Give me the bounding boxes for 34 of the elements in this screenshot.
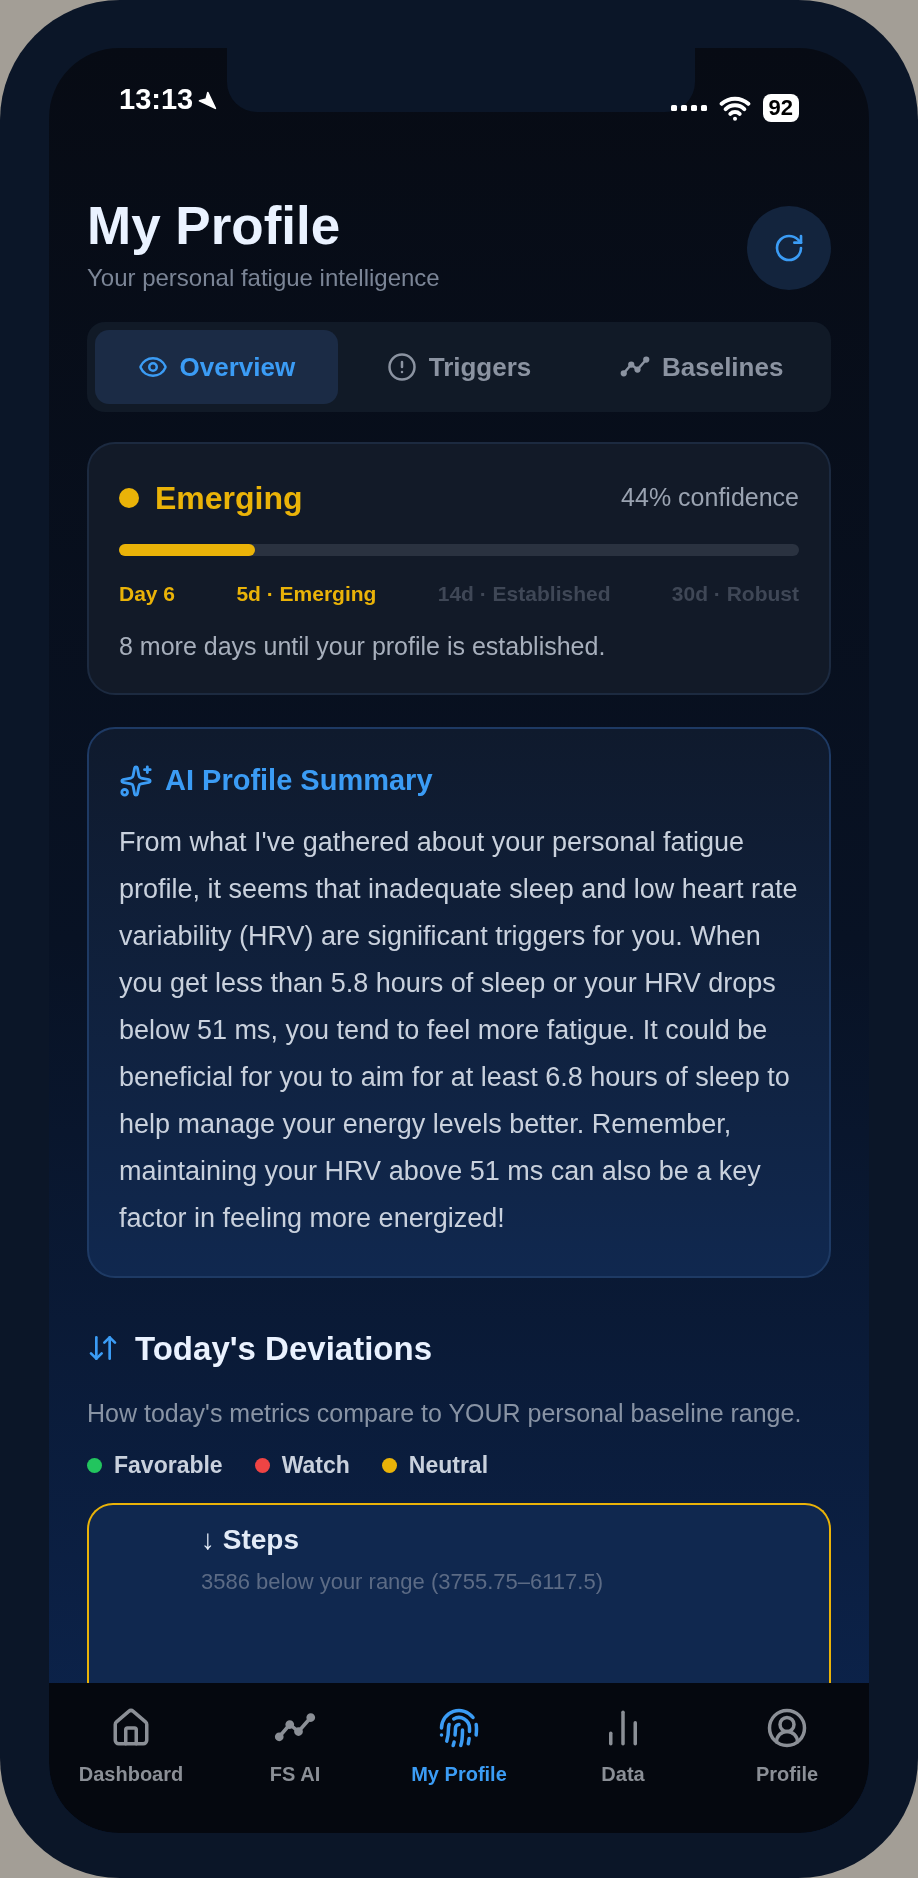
nav-tab[interactable]: Data <box>541 1707 705 1789</box>
clock-time: 13:13 <box>119 82 194 118</box>
summary-title: AI Profile Summary <box>165 763 433 798</box>
home-icon <box>110 1707 152 1749</box>
legend-label: Watch <box>281 1451 350 1480</box>
nav-tab[interactable]: Profile <box>705 1707 869 1789</box>
sparkles-icon <box>119 763 153 798</box>
nav-tab[interactable]: My Profile <box>377 1707 541 1789</box>
location-icon <box>197 90 218 110</box>
tab[interactable]: Baselines <box>580 330 823 404</box>
status-note: 8 more days until your profile is established. <box>119 630 607 662</box>
section-description: How today's metrics compare to YOUR personal baseline range. <box>87 1398 803 1429</box>
user-icon <box>766 1707 808 1749</box>
section-title: Today's Deviations <box>135 1328 432 1369</box>
nav-tab[interactable]: Dashboard <box>49 1707 213 1789</box>
fingerprint-icon <box>438 1707 480 1749</box>
deviation-title: ↓ Steps <box>201 1522 301 1557</box>
nav-tab[interactable]: FS AI <box>213 1707 377 1789</box>
page-title: My Profile <box>87 195 342 257</box>
legend-label: Favorable <box>114 1451 223 1480</box>
battery-indicator: 92 <box>762 94 799 122</box>
deviation-detail: 3586 below your range (3755.75–6117.5) <box>201 1567 604 1596</box>
summary-text: From what I've gathered about your personal fatigue profile, it seems that inadequate sleep and low heart rate variability (HRV) are significant triggers for you. When you get less than 5.8 hours of sleep or your HRV drops below 51 ms, you tend to feel more fatigue. It could be beneficial for you to aim for at least 6.8 hours of sleep to help manage your energy levels better. Remember, maintaining your HRV above 51 ms can also be a key factor in feeling more energized! <box>119 825 799 1235</box>
confidence-text: 44% confidence <box>621 482 799 514</box>
milestone-label: Day 6 <box>119 581 176 607</box>
legend-label: Neutral <box>408 1451 489 1480</box>
page-subtitle: Your personal fatigue intelligence <box>87 263 440 293</box>
signal-icon <box>670 105 707 111</box>
tab[interactable]: Triggers <box>337 330 581 404</box>
status-label: Emerging <box>155 479 303 518</box>
alert-icon <box>386 352 417 382</box>
refresh-icon <box>773 232 805 264</box>
milestone-label: 5d · Emerging <box>236 581 377 607</box>
tab[interactable]: Overview <box>95 330 338 404</box>
